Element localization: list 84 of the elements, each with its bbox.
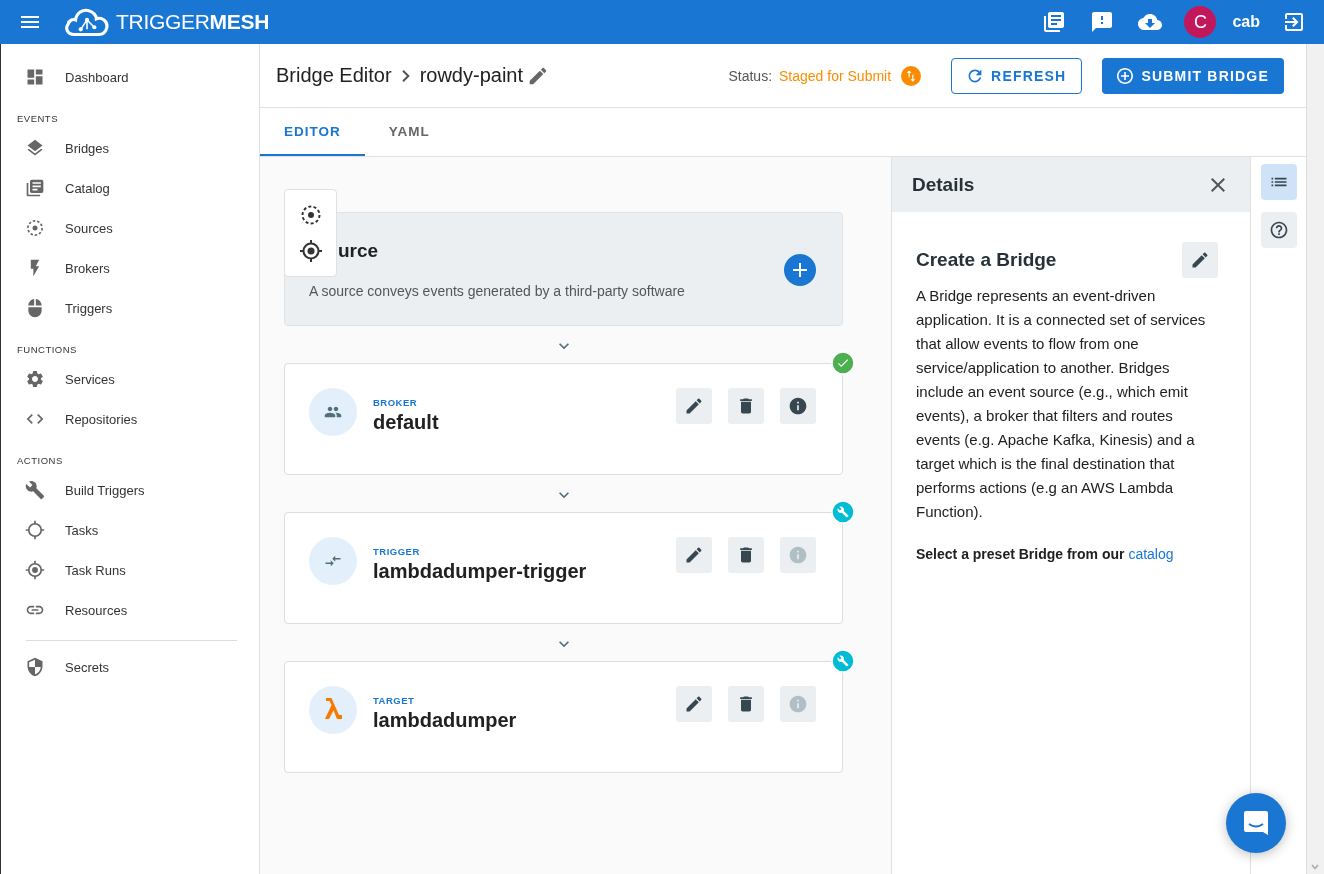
- chat-button[interactable]: [1226, 793, 1286, 853]
- feedback-icon[interactable]: [1090, 10, 1115, 34]
- logout-icon[interactable]: [1282, 10, 1306, 34]
- bridge-name: rowdy-paint: [419, 64, 523, 87]
- people-icon: [309, 388, 357, 436]
- sidebar-item[interactable]: Repositories: [1, 399, 259, 439]
- node-name: lambdadumper: [373, 709, 517, 732]
- preset-sentence: Select a preset Bridge from our catalog: [916, 546, 1175, 562]
- swap-icon: [901, 65, 922, 86]
- source-card[interactable]: urce A source conveys events generated by a third-party software: [284, 212, 843, 326]
- help-button[interactable]: [1260, 212, 1297, 248]
- delete-button[interactable]: [728, 686, 764, 722]
- sidebar-item[interactable]: Dashboard: [1, 57, 259, 97]
- sidebar-item[interactable]: Task Runs: [1, 550, 259, 590]
- node-type: TARGET: [373, 695, 416, 706]
- shield-icon: [25, 657, 45, 677]
- wrench-icon: [25, 480, 45, 500]
- node-card[interactable]: TRIGGER lambdadumper-trigger: [284, 512, 843, 624]
- sidebar-item[interactable]: Catalog: [1, 168, 259, 208]
- pencil-icon: [1190, 250, 1210, 270]
- page-title: Bridge Editor: [276, 64, 392, 87]
- user-avatar[interactable]: C: [1184, 6, 1217, 38]
- sidebar-item[interactable]: Bridges: [1, 128, 259, 168]
- section-heading: EVENTS: [16, 112, 59, 126]
- pencil-icon: [684, 396, 704, 416]
- layers-icon: [25, 138, 45, 158]
- edit-button[interactable]: [676, 686, 712, 722]
- dashed-circle-icon: [25, 218, 45, 238]
- library-icon[interactable]: [1042, 10, 1067, 34]
- sidebar-item[interactable]: Secrets: [1, 647, 259, 687]
- add-button[interactable]: [784, 254, 816, 286]
- mouse-icon: [25, 298, 45, 318]
- settings-icon: [25, 369, 45, 389]
- library-icon: [25, 178, 45, 198]
- logo-text: TRIGGERMESH: [116, 10, 270, 34]
- arrows-icon: [309, 537, 357, 585]
- pencil-icon: [684, 694, 704, 714]
- info-icon: [788, 545, 808, 565]
- refresh-button[interactable]: REFRESH: [951, 57, 1083, 94]
- node-card[interactable]: TARGET lambdadumper: [284, 661, 843, 773]
- edit-button[interactable]: [676, 388, 712, 424]
- help-icon: [1268, 220, 1289, 240]
- details-heading: Create a Bridge: [916, 249, 1057, 271]
- sidebar-item[interactable]: Brokers: [1, 248, 259, 288]
- sidebar-item[interactable]: Sources: [1, 208, 259, 248]
- chevron-right-icon: [401, 69, 410, 82]
- info-icon: [788, 694, 808, 714]
- panel-title: Details: [912, 173, 975, 196]
- delete-button[interactable]: [728, 537, 764, 573]
- sidebar-item[interactable]: Tasks: [1, 510, 259, 550]
- sidebar-item[interactable]: Resources: [1, 590, 259, 630]
- status-label: Status:: [728, 67, 773, 84]
- card-title: urce: [338, 240, 379, 262]
- section-heading: ACTIONS: [16, 454, 64, 468]
- sidebar-item[interactable]: Build Triggers: [1, 470, 259, 510]
- section-heading: FUNCTIONS: [16, 343, 78, 357]
- delete-button[interactable]: [728, 388, 764, 424]
- node-type: TRIGGER: [373, 546, 421, 557]
- user-name[interactable]: cab: [1232, 13, 1260, 31]
- node-name: default: [373, 411, 439, 434]
- status-value: Staged for Submit: [779, 67, 892, 84]
- cloud-logo-icon: [64, 6, 110, 38]
- crosshair-icon: [25, 520, 45, 540]
- details-description: A Bridge represents an event-driven application. It is a connected set of services that allow events to flow from one service/application to another. Bridges include an event source (e.g., which emit events), a broker that filters and routes events (e.g. Apache Kafka, Kinesis) and a target which is the final destination that performs actions (e.g an AWS Lambda Function).: [916, 286, 1207, 522]
- refresh-icon: [967, 67, 984, 84]
- list-button[interactable]: [1260, 164, 1297, 200]
- node-name: lambdadumper-trigger: [373, 560, 587, 583]
- target-icon[interactable]: [298, 239, 323, 264]
- edit-button[interactable]: [1182, 242, 1218, 278]
- card-description: A source conveys events generated by a third-party software: [309, 283, 686, 299]
- info-button[interactable]: [780, 388, 816, 424]
- tab[interactable]: YAML: [364, 108, 454, 156]
- sidebar-item[interactable]: Triggers: [1, 288, 259, 328]
- node-card[interactable]: BROKER default: [284, 363, 843, 475]
- sidebar-item[interactable]: Services: [1, 359, 259, 399]
- target-icon: [25, 560, 45, 580]
- info-icon: [788, 396, 808, 416]
- dashboard-icon: [25, 67, 45, 87]
- edit-button[interactable]: [676, 537, 712, 573]
- lambda-icon: [309, 686, 357, 734]
- node-type: BROKER: [373, 397, 419, 408]
- catalog-link[interactable]: catalog: [1128, 546, 1174, 562]
- pencil-icon: [684, 545, 704, 565]
- submit-button[interactable]: SUBMIT BRIDGE: [1102, 57, 1284, 94]
